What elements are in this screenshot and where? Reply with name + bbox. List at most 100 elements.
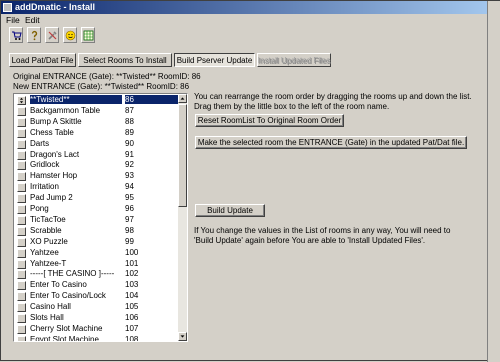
reset-roomlist-button[interactable]: Reset RoomList To Original Room Order — [195, 114, 344, 127]
room-name: Egypt Slot Machine — [30, 334, 99, 342]
smiley-icon[interactable] — [63, 27, 77, 43]
drag-handle[interactable] — [17, 248, 26, 258]
build-update-button[interactable]: Build Update — [195, 204, 265, 217]
list-item[interactable]: Cherry Slot Machine 107 — [14, 324, 178, 335]
tab-load-patdat[interactable]: Load Pat/Dat File — [9, 53, 76, 67]
list-item[interactable]: TicTacToe 97 — [14, 215, 178, 226]
drag-handle[interactable] — [17, 150, 26, 160]
note-line-1: If You change the values in the List of … — [194, 226, 451, 235]
list-item[interactable]: Slots Hall 106 — [14, 313, 178, 324]
title-bar: addDmatic - Install — [1, 1, 499, 14]
instructions-line-2: Drag them by the little box to the left … — [194, 102, 390, 111]
list-item[interactable]: Enter To Casino/Lock 104 — [14, 291, 178, 302]
app-icon — [3, 3, 12, 12]
room-name: Scrabble — [30, 225, 62, 235]
drag-handle[interactable] — [17, 226, 26, 236]
room-name: Gridlock — [30, 160, 60, 170]
list-item[interactable]: Darts 90 — [14, 139, 178, 150]
help-icon[interactable] — [27, 27, 41, 43]
room-name: XO Puzzle — [30, 236, 68, 246]
room-name: Chess Table — [30, 127, 74, 137]
menu-file[interactable]: File — [6, 15, 20, 25]
list-item[interactable]: Gridlock 92 — [14, 160, 178, 171]
window-title: addDmatic - Install — [15, 2, 96, 12]
drag-handle[interactable] — [17, 324, 26, 334]
room-id: 108 — [125, 334, 139, 342]
drag-handle[interactable] — [17, 139, 26, 149]
drag-handle[interactable] — [17, 117, 26, 127]
drag-handle[interactable] — [17, 128, 26, 138]
list-item[interactable]: -----[ THE CASINO ]----- 102 — [14, 269, 178, 280]
list-item[interactable]: Pad Jump 2 95 — [14, 193, 178, 204]
original-entrance-label: Original ENTRANCE (Gate): **Twisted** Ro… — [13, 72, 201, 81]
list-item[interactable]: Chess Table 89 — [14, 128, 178, 139]
list-item[interactable]: Dragon's Lact 91 — [14, 150, 178, 161]
make-entrance-button[interactable]: Make the selected room the ENTRANCE (Gat… — [195, 136, 467, 149]
room-name: Pong — [30, 204, 49, 213]
room-name: Backgammon Table — [30, 105, 101, 115]
grid-icon[interactable] — [81, 27, 95, 43]
room-list-scrollbar[interactable] — [178, 94, 187, 341]
room-list[interactable]: **Twisted** 86 Backgammon Table 87 Bump A Sk… — [13, 93, 188, 342]
list-item[interactable]: Backgammon Table 87 — [14, 106, 178, 117]
drag-handle[interactable] — [17, 292, 26, 302]
drag-grip-icon[interactable] — [17, 96, 26, 105]
room-name: **Twisted** — [30, 95, 122, 104]
list-item[interactable]: XO Puzzle 99 — [14, 237, 178, 248]
window-edge-panel — [487, 1, 500, 362]
room-id: 98 — [125, 225, 134, 235]
cart-icon[interactable] — [9, 27, 23, 43]
tab-select-rooms[interactable]: Select Rooms To Install — [78, 53, 172, 67]
list-item[interactable]: Yahtzee 100 — [14, 248, 178, 259]
list-item[interactable]: Casino Hall 105 — [14, 302, 178, 313]
tab-install-updated-files: Install Updated Files — [257, 53, 331, 67]
drag-handle[interactable] — [17, 314, 26, 323]
room-id: 106 — [125, 313, 139, 322]
room-id: 100 — [125, 247, 139, 257]
note-line-2: 'Build Update' again before You are able… — [194, 236, 426, 245]
list-item[interactable]: Pong 96 — [14, 204, 178, 215]
room-id: 86 — [125, 95, 178, 104]
drag-handle[interactable] — [17, 172, 26, 182]
room-id: 93 — [125, 171, 134, 181]
room-id: 107 — [125, 323, 139, 333]
list-item[interactable]: Irritation 94 — [14, 182, 178, 193]
new-entrance-label: New ENTRANCE (Gate): **Twisted** RoomID:… — [13, 82, 190, 91]
room-name: Yahtzee — [30, 247, 59, 257]
drag-handle[interactable] — [17, 161, 26, 171]
room-name: Cherry Slot Machine — [30, 323, 103, 333]
drag-handle[interactable] — [17, 303, 26, 313]
drag-handle[interactable] — [17, 281, 26, 291]
scroll-up-button[interactable] — [178, 94, 187, 103]
tools-icon[interactable] — [45, 27, 59, 43]
drag-handle[interactable] — [17, 259, 26, 269]
room-name: Yahtzee-T — [30, 258, 67, 268]
room-id: 92 — [125, 160, 134, 170]
scroll-down-button[interactable] — [178, 332, 187, 341]
drag-handle[interactable] — [17, 205, 26, 214]
drag-handle[interactable] — [17, 194, 26, 204]
list-item[interactable]: Yahtzee-T 101 — [14, 259, 178, 270]
list-item[interactable]: Enter To Casino 103 — [14, 280, 178, 291]
room-name: Dragon's Lact — [30, 149, 80, 159]
list-item[interactable]: Scrabble 98 — [14, 226, 178, 237]
app-window: addDmatic - Install File Edit Load Pat/D… — [0, 0, 500, 362]
menu-edit[interactable]: Edit — [25, 15, 40, 25]
list-item[interactable]: Bump A Skittle 88 — [14, 117, 178, 128]
scroll-thumb[interactable] — [178, 104, 187, 207]
room-id: 101 — [125, 258, 139, 268]
drag-handle[interactable] — [17, 270, 26, 280]
drag-handle[interactable] — [17, 183, 26, 193]
drag-handle[interactable] — [17, 106, 26, 116]
list-item[interactable]: Egypt Slot Machine 108 — [14, 334, 178, 342]
room-id: 91 — [125, 149, 134, 159]
room-name: Darts — [30, 138, 50, 148]
room-id: 103 — [125, 280, 139, 290]
list-item[interactable]: Hamster Hop 93 — [14, 171, 178, 182]
drag-handle[interactable] — [17, 335, 26, 341]
drag-handle[interactable] — [17, 215, 26, 225]
list-item[interactable]: **Twisted** 86 — [14, 95, 178, 106]
room-id: 96 — [125, 204, 134, 213]
tab-build-pserver-update[interactable]: Build Pserver Update — [174, 53, 255, 67]
drag-handle[interactable] — [17, 237, 26, 247]
